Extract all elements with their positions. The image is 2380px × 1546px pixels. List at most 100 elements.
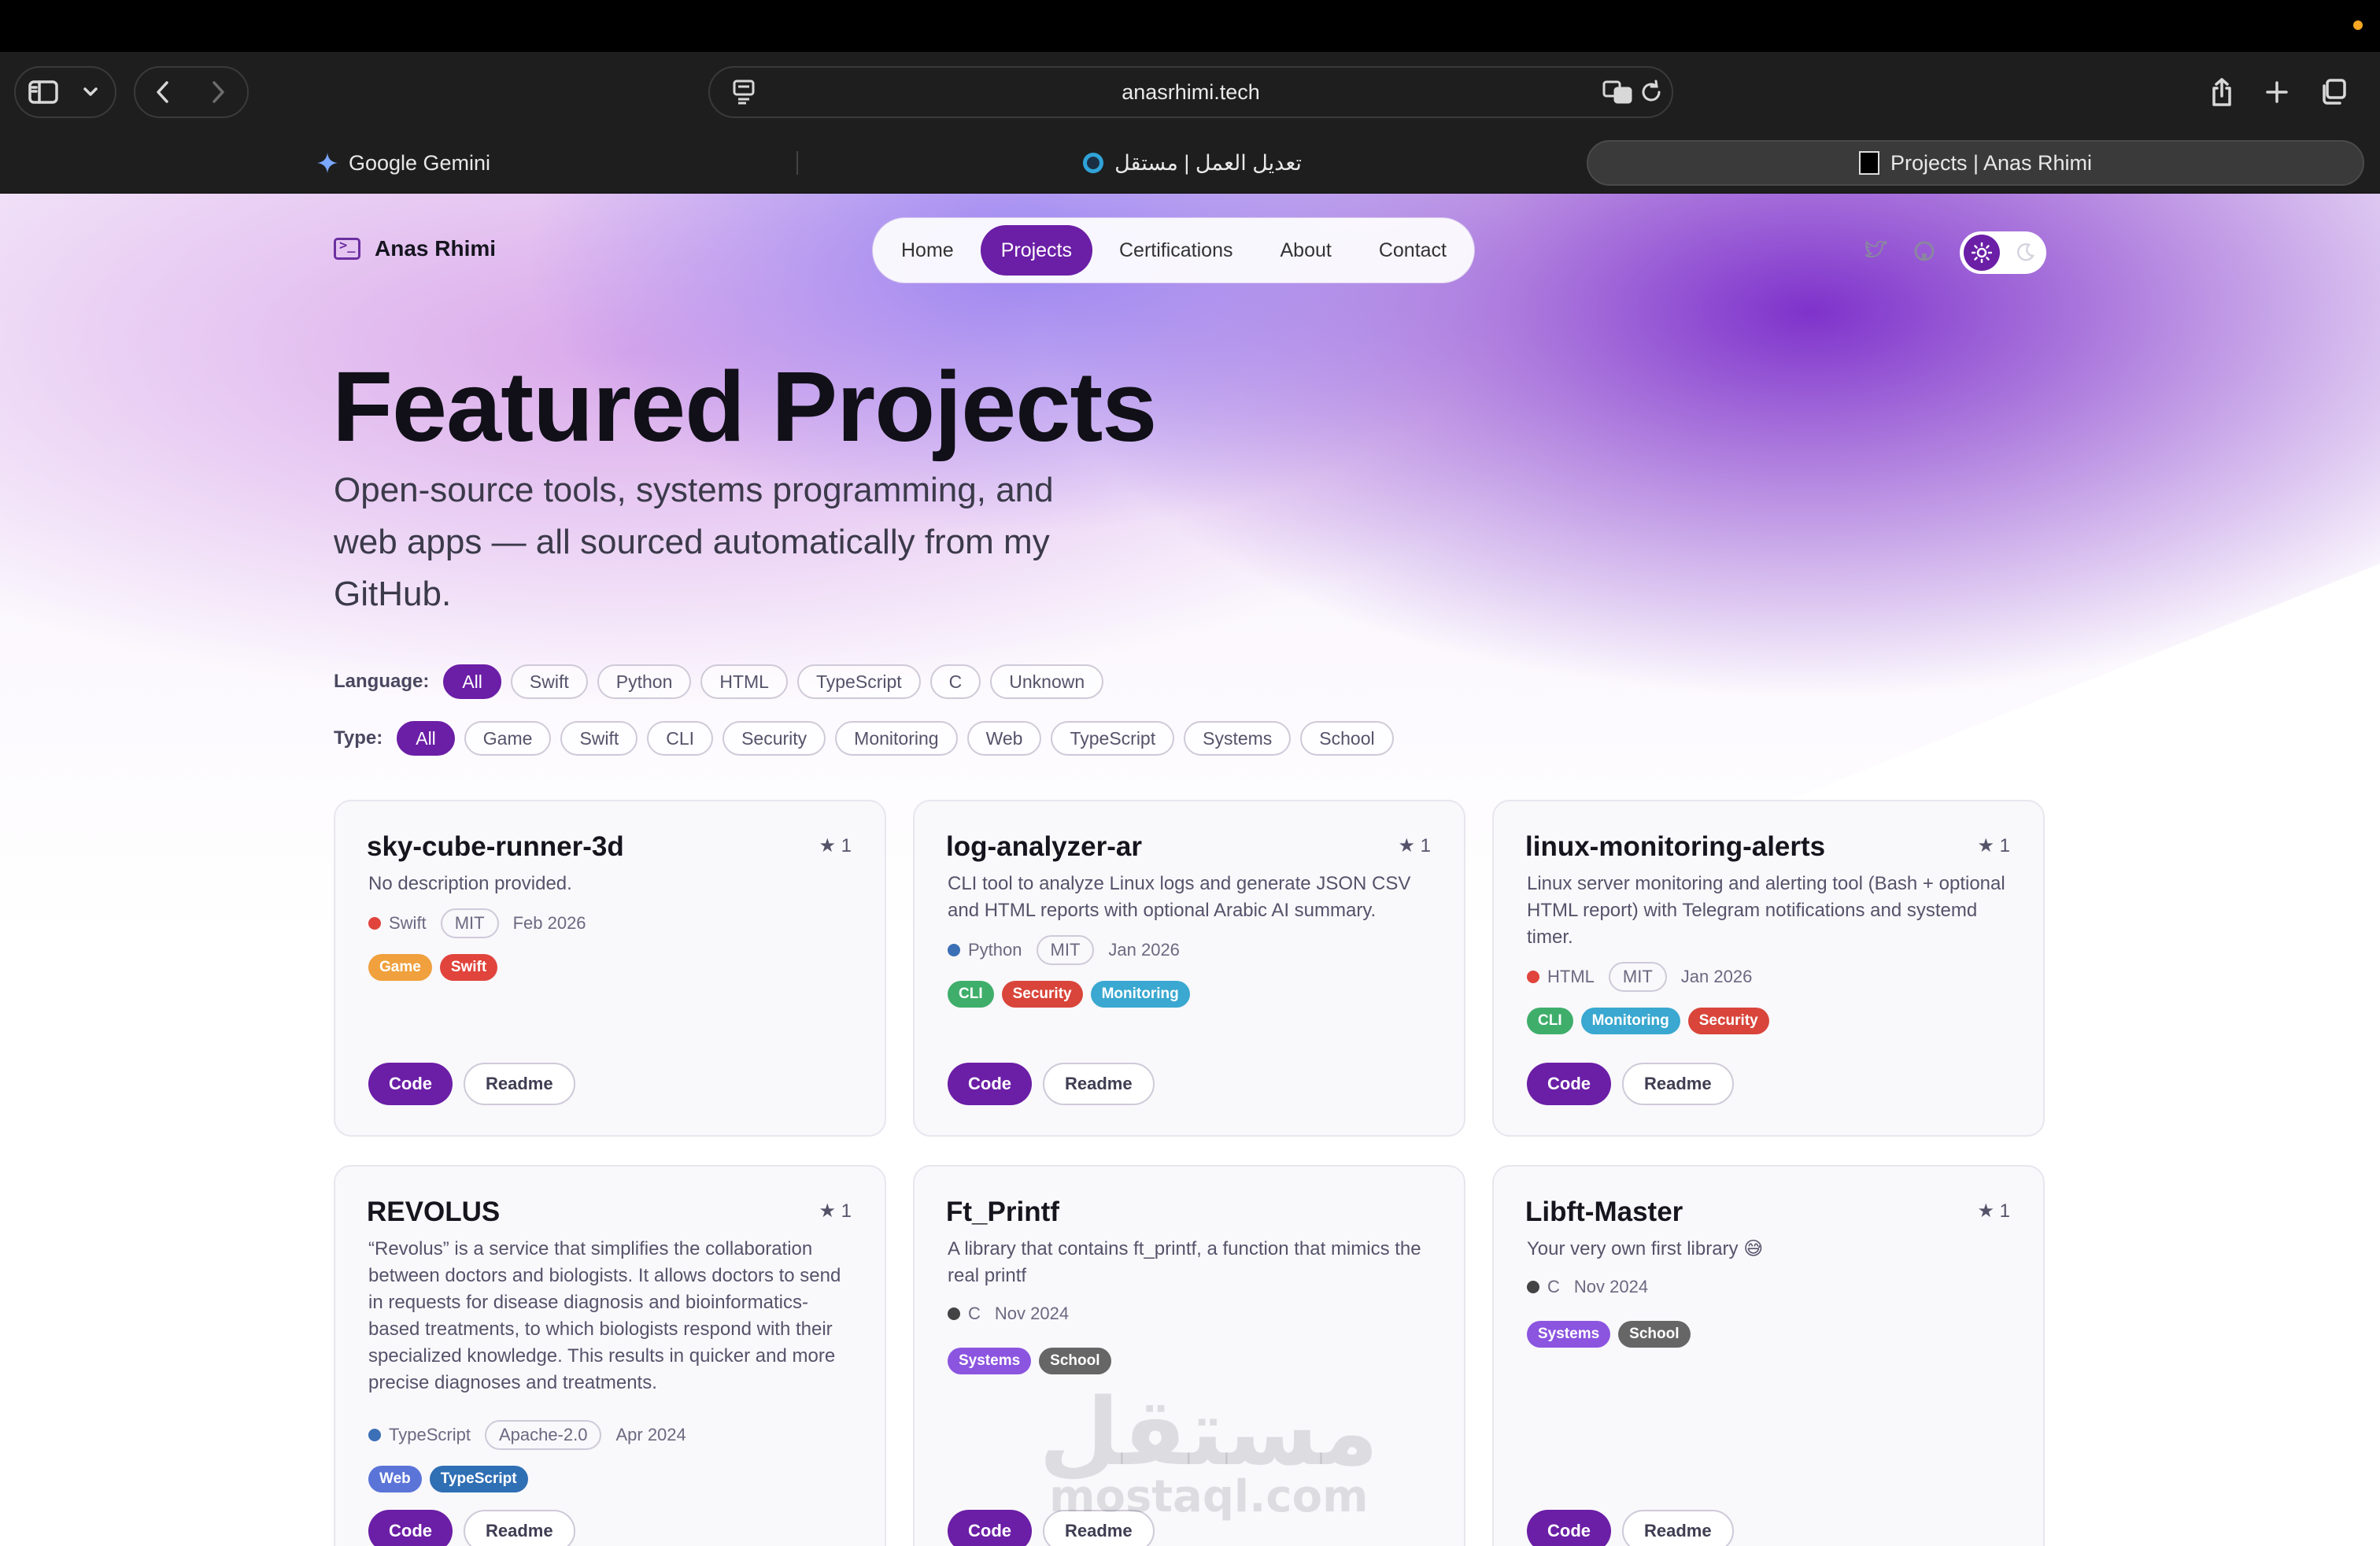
readme-button[interactable]: Readme <box>1043 1063 1155 1105</box>
address-bar[interactable]: anasrhimi.tech <box>708 66 1673 118</box>
language-chip-all[interactable]: All <box>443 664 501 699</box>
tab-label: Projects | Anas Rhimi <box>1890 150 2093 175</box>
tab-separator <box>796 151 798 175</box>
language-filter-label: Language: <box>334 671 430 692</box>
tab-mostaql[interactable]: تعديل العمل | مستقل <box>803 140 1582 186</box>
project-meta: C Nov 2024 <box>948 1304 1069 1324</box>
tab-groups-dropdown[interactable] <box>71 68 110 117</box>
tab-overview-button[interactable] <box>2306 68 2361 117</box>
nav-home[interactable]: Home <box>881 225 974 276</box>
nav-about[interactable]: About <box>1260 225 1352 276</box>
project-meta: Swift MIT Feb 2026 <box>368 908 586 938</box>
type-chip-cli[interactable]: CLI <box>647 721 714 756</box>
nav-contact[interactable]: Contact <box>1358 225 1467 276</box>
tag: CLI <box>1527 1008 1573 1034</box>
language-dot <box>1527 1281 1539 1293</box>
page-subtitle: Open-source tools, systems programming, … <box>334 471 1054 613</box>
share-button[interactable] <box>2194 68 2249 117</box>
license-badge: Apache-2.0 <box>484 1420 602 1450</box>
tag: Security <box>1001 981 1083 1008</box>
language-dot <box>1527 971 1539 983</box>
reader-view-icon[interactable] <box>732 79 756 109</box>
star-count: ★ 1 <box>1977 835 2010 856</box>
card-actions: Code Readme <box>368 1510 575 1546</box>
type-chip-all[interactable]: All <box>397 721 455 756</box>
nav-certifications[interactable]: Certifications <box>1099 225 1254 276</box>
language-chip-typescript[interactable]: TypeScript <box>796 664 921 699</box>
tag-list: Game Swift <box>368 954 498 981</box>
card-actions: Code Readme <box>948 1063 1155 1105</box>
translate-icon[interactable] <box>1602 79 1634 109</box>
reload-icon[interactable] <box>1639 79 1664 109</box>
project-description: No description provided. <box>368 873 572 894</box>
language-name: C <box>1547 1277 1560 1296</box>
updated-date: Nov 2024 <box>994 1304 1070 1323</box>
main-nav: Home Projects Certifications About Conta… <box>872 217 1475 283</box>
mostaql-icon <box>1083 153 1104 173</box>
type-chip-typescript[interactable]: TypeScript <box>1051 721 1175 756</box>
tag: Game <box>368 954 432 981</box>
type-chip-swift[interactable]: Swift <box>560 721 638 756</box>
language-info: Swift <box>368 913 427 934</box>
chevron-right-icon <box>213 81 224 103</box>
project-description: “Revolus” is a service that simplifies t… <box>368 1238 841 1393</box>
gemini-sparkle-icon <box>316 153 338 173</box>
tab-google-gemini[interactable]: Google Gemini <box>14 140 793 186</box>
tab-projects-anas-rhimi[interactable]: Projects | Anas Rhimi <box>1587 140 2364 186</box>
project-meta: Python MIT Jan 2026 <box>948 935 1180 965</box>
project-card-revolus: REVOLUS ★ 1 “Revolus” is a service that … <box>334 1165 886 1546</box>
readme-button[interactable]: Readme <box>1622 1510 1734 1546</box>
code-button[interactable]: Code <box>948 1063 1032 1105</box>
card-actions: Code Readme <box>1527 1510 1734 1546</box>
nav-projects[interactable]: Projects <box>980 225 1092 276</box>
language-chip-html[interactable]: HTML <box>700 664 788 699</box>
language-chip-c[interactable]: C <box>929 664 981 699</box>
sidebar-control-group <box>14 66 116 118</box>
language-chip-swift[interactable]: Swift <box>510 664 588 699</box>
tab-bar: Google Gemini تعديل العمل | مستقل Projec… <box>0 132 2380 194</box>
language-info: HTML <box>1527 967 1595 987</box>
project-title[interactable]: log-analyzer-ar <box>946 831 1142 863</box>
project-description: Your very own first library 😅 <box>1527 1238 1764 1259</box>
code-button[interactable]: Code <box>948 1510 1032 1546</box>
type-chip-security[interactable]: Security <box>722 721 826 756</box>
language-info: C <box>1527 1277 1560 1297</box>
language-dot <box>368 1429 381 1441</box>
project-meta: HTML MIT Jan 2026 <box>1527 962 1752 992</box>
code-button[interactable]: Code <box>368 1510 453 1546</box>
readme-button[interactable]: Readme <box>464 1063 575 1105</box>
type-chip-web[interactable]: Web <box>966 721 1042 756</box>
type-chip-monitoring[interactable]: Monitoring <box>835 721 958 756</box>
theme-toggle[interactable] <box>1960 231 2046 274</box>
site-brand[interactable]: Anas Rhimi <box>334 236 496 261</box>
code-button[interactable]: Code <box>368 1063 453 1105</box>
project-title[interactable]: Ft_Printf <box>946 1196 1059 1228</box>
project-title[interactable]: Libft-Master <box>1525 1196 1683 1228</box>
code-button[interactable]: Code <box>1527 1063 1611 1105</box>
tag: TypeScript <box>429 1466 528 1492</box>
language-chip-python[interactable]: Python <box>597 664 692 699</box>
readme-button[interactable]: Readme <box>1622 1063 1734 1105</box>
tag: Web <box>368 1466 422 1492</box>
project-title[interactable]: linux-monitoring-alerts <box>1525 831 1825 863</box>
language-chip-unknown[interactable]: Unknown <box>990 664 1104 699</box>
github-link[interactable] <box>1914 241 1935 265</box>
project-title[interactable]: REVOLUS <box>367 1196 500 1228</box>
star-count: ★ 1 <box>1398 835 1431 856</box>
tabs-overview-icon <box>2323 79 2346 105</box>
project-card-libft-master: Libft-Master ★ 1 Your very own first lib… <box>1492 1165 2045 1546</box>
tag: Systems <box>1527 1321 1611 1348</box>
browser-toolbar: anasrhimi.tech <box>0 52 2380 132</box>
type-chip-game[interactable]: Game <box>464 721 552 756</box>
readme-button[interactable]: Readme <box>464 1510 575 1546</box>
forward-button[interactable] <box>190 68 246 117</box>
back-button[interactable] <box>135 68 190 117</box>
project-title[interactable]: sky-cube-runner-3d <box>367 831 624 863</box>
type-chip-school[interactable]: School <box>1300 721 1394 756</box>
type-chip-systems[interactable]: Systems <box>1184 721 1292 756</box>
mostaql-watermark: مستقل mostaql.com <box>1039 1385 1379 1519</box>
new-tab-button[interactable] <box>2249 68 2304 117</box>
code-button[interactable]: Code <box>1527 1510 1611 1546</box>
twitter-link[interactable] <box>1864 239 1887 264</box>
sidebar-toggle-button[interactable] <box>16 68 71 117</box>
